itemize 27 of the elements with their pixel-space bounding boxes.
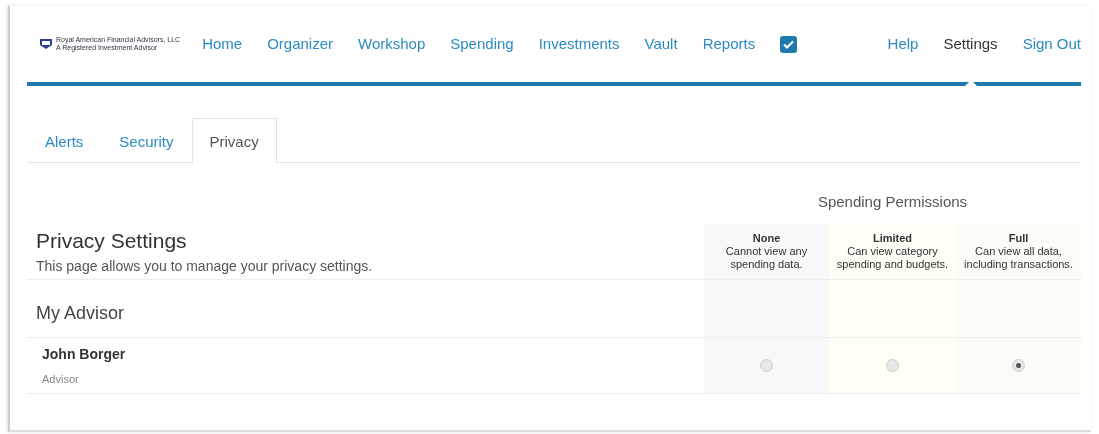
radio-button[interactable]: [760, 358, 773, 372]
person-name: John Borger: [42, 344, 127, 364]
tab[interactable]: Privacy: [191, 118, 277, 163]
nav-link[interactable]: Home: [202, 4, 243, 84]
nav-link[interactable]: Investments: [538, 4, 620, 84]
nav-link[interactable]: Organizer: [267, 4, 333, 84]
nav-link[interactable]: Sign Out: [1022, 4, 1081, 84]
column-header: Full Can view all data, including transactions.: [956, 223, 1081, 280]
nav-link[interactable]: Spending: [450, 4, 514, 84]
radio-button[interactable]: [1012, 358, 1025, 372]
nav-link[interactable]: Help: [887, 4, 919, 84]
nav-link[interactable]: Settings: [943, 4, 998, 84]
column-header: None Cannot view any spending data.: [704, 223, 829, 280]
section-heading: My Advisor: [27, 279, 704, 338]
nav-link[interactable]: Vault: [644, 4, 678, 84]
person-role: Advisor: [42, 371, 80, 387]
nav-link[interactable]: Reports: [702, 4, 756, 84]
radio-button[interactable]: [886, 358, 899, 372]
nav-link[interactable]: Workshop: [358, 4, 426, 84]
column-group-heading: Spending Permissions: [816, 192, 969, 212]
column-header: Limited Can view category spending and budgets.: [829, 223, 956, 280]
page-title: Privacy Settings: [35, 227, 188, 254]
tab[interactable]: Alerts: [27, 118, 102, 162]
page-description: This page allows you to manage your privacy settings.: [35, 257, 374, 277]
logo-icon: [39, 38, 53, 50]
tab[interactable]: Security: [101, 118, 192, 162]
checkbox-icon[interactable]: [780, 35, 798, 53]
